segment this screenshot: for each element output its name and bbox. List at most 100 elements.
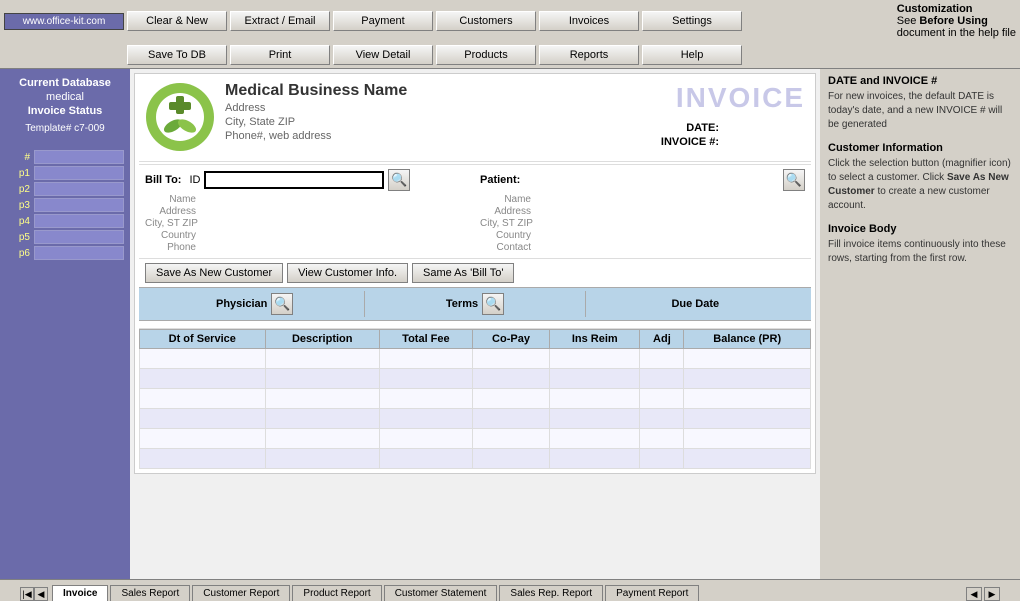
see-label: See — [897, 15, 920, 27]
table-cell[interactable] — [140, 429, 266, 449]
info-body-title: Invoice Body — [828, 223, 1012, 235]
table-cell[interactable] — [472, 429, 549, 449]
tab-sales-rep.-report[interactable]: Sales Rep. Report — [499, 585, 603, 601]
help-button[interactable]: Help — [642, 45, 742, 65]
table-cell[interactable] — [640, 389, 684, 409]
tab-invoice[interactable]: Invoice — [52, 585, 108, 601]
table-row — [140, 429, 811, 449]
table-cell[interactable] — [550, 349, 640, 369]
table-row — [140, 449, 811, 469]
table-cell[interactable] — [684, 369, 811, 389]
table-cell[interactable] — [684, 389, 811, 409]
due-date-label: Due Date — [671, 298, 719, 310]
table-cell[interactable] — [472, 449, 549, 469]
customization-header: Customization See Before Using document … — [889, 3, 1016, 39]
table-cell[interactable] — [550, 409, 640, 429]
clear-new-button[interactable]: Clear & New — [127, 11, 227, 31]
table-cell[interactable] — [265, 349, 379, 369]
col-adj: Adj — [640, 330, 684, 349]
table-cell[interactable] — [640, 429, 684, 449]
table-cell[interactable] — [265, 369, 379, 389]
table-cell[interactable] — [379, 389, 472, 409]
col-description: Description — [265, 330, 379, 349]
tab-sales-report[interactable]: Sales Report — [110, 585, 190, 601]
save-to-db-button[interactable]: Save To DB — [127, 45, 227, 65]
view-detail-button[interactable]: View Detail — [333, 45, 433, 65]
table-cell[interactable] — [140, 409, 266, 429]
company-city: City, State ZIP — [225, 116, 585, 128]
table-cell[interactable] — [140, 389, 266, 409]
sidebar: Current Database medical Invoice Status … — [0, 69, 130, 579]
pat-name-label: Name — [480, 194, 535, 205]
table-cell[interactable] — [684, 349, 811, 369]
table-cell[interactable] — [379, 369, 472, 389]
company-phone: Phone#, web address — [225, 130, 585, 142]
tab-payment-report[interactable]: Payment Report — [605, 585, 699, 601]
pat-address-label: Address — [480, 206, 535, 217]
payment-button[interactable]: Payment — [333, 11, 433, 31]
physician-magnifier-button[interactable]: 🔍 — [271, 293, 293, 315]
table-cell[interactable] — [472, 369, 549, 389]
table-cell[interactable] — [265, 389, 379, 409]
date-value — [725, 122, 805, 134]
table-cell[interactable] — [640, 409, 684, 429]
terms-magnifier-button[interactable]: 🔍 — [482, 293, 504, 315]
table-cell[interactable] — [379, 349, 472, 369]
table-cell[interactable] — [472, 349, 549, 369]
view-customer-info-button[interactable]: View Customer Info. — [287, 263, 408, 283]
customers-button[interactable]: Customers — [436, 11, 536, 31]
col-balance: Balance (PR) — [684, 330, 811, 349]
table-cell[interactable] — [379, 449, 472, 469]
tab-first-button[interactable]: |◀ — [20, 587, 34, 601]
table-cell[interactable] — [550, 429, 640, 449]
table-cell[interactable] — [140, 369, 266, 389]
table-cell[interactable] — [684, 409, 811, 429]
table-cell[interactable] — [640, 449, 684, 469]
same-as-bill-to-button[interactable]: Same As 'Bill To' — [412, 263, 514, 283]
invoices-button[interactable]: Invoices — [539, 11, 639, 31]
table-cell[interactable] — [265, 409, 379, 429]
scroll-left-button[interactable]: ◀ — [966, 587, 982, 601]
bill-to-id-input[interactable] — [204, 171, 384, 189]
patient-magnifier-button[interactable]: 🔍 — [783, 169, 805, 191]
doc-label: document in the help file — [897, 27, 1016, 39]
customization-title: Customization — [897, 3, 973, 15]
bottom-tab-bar: |◀ ◀ InvoiceSales ReportCustomer ReportP… — [0, 579, 1020, 601]
table-cell[interactable] — [640, 349, 684, 369]
address-label: Address — [145, 206, 200, 217]
table-cell[interactable] — [550, 449, 640, 469]
table-cell[interactable] — [684, 429, 811, 449]
save-as-new-customer-button[interactable]: Save As New Customer — [145, 263, 283, 283]
table-cell[interactable] — [684, 449, 811, 469]
tab-customer-statement[interactable]: Customer Statement — [384, 585, 498, 601]
patient-label: Patient: — [480, 174, 520, 186]
table-row — [140, 389, 811, 409]
tab-prev-button[interactable]: ◀ — [34, 587, 48, 601]
table-cell[interactable] — [379, 429, 472, 449]
table-cell[interactable] — [472, 389, 549, 409]
sidebar-status-label: Invoice Status — [6, 105, 124, 117]
table-cell[interactable] — [472, 409, 549, 429]
tab-nav-prev[interactable]: |◀ ◀ — [20, 587, 48, 601]
table-cell[interactable] — [140, 449, 266, 469]
print-button[interactable]: Print — [230, 45, 330, 65]
reports-button[interactable]: Reports — [539, 45, 639, 65]
extract-email-button[interactable]: Extract / Email — [230, 11, 330, 31]
table-cell[interactable] — [265, 449, 379, 469]
table-cell[interactable] — [140, 349, 266, 369]
table-cell[interactable] — [265, 429, 379, 449]
tab-customer-report[interactable]: Customer Report — [192, 585, 290, 601]
bill-to-magnifier-button[interactable]: 🔍 — [388, 169, 410, 191]
settings-button[interactable]: Settings — [642, 11, 742, 31]
scroll-right-button[interactable]: ▶ — [984, 587, 1000, 601]
products-button[interactable]: Products — [436, 45, 536, 65]
table-cell[interactable] — [640, 369, 684, 389]
company-logo — [145, 82, 215, 152]
invoice-right-header: INVOICE DATE: INVOICE #: — [585, 82, 805, 148]
table-cell[interactable] — [379, 409, 472, 429]
tab-product-report[interactable]: Product Report — [292, 585, 381, 601]
pat-country-label: Country — [480, 230, 535, 241]
table-cell[interactable] — [550, 369, 640, 389]
bill-to-label: Bill To: — [145, 174, 181, 186]
table-cell[interactable] — [550, 389, 640, 409]
